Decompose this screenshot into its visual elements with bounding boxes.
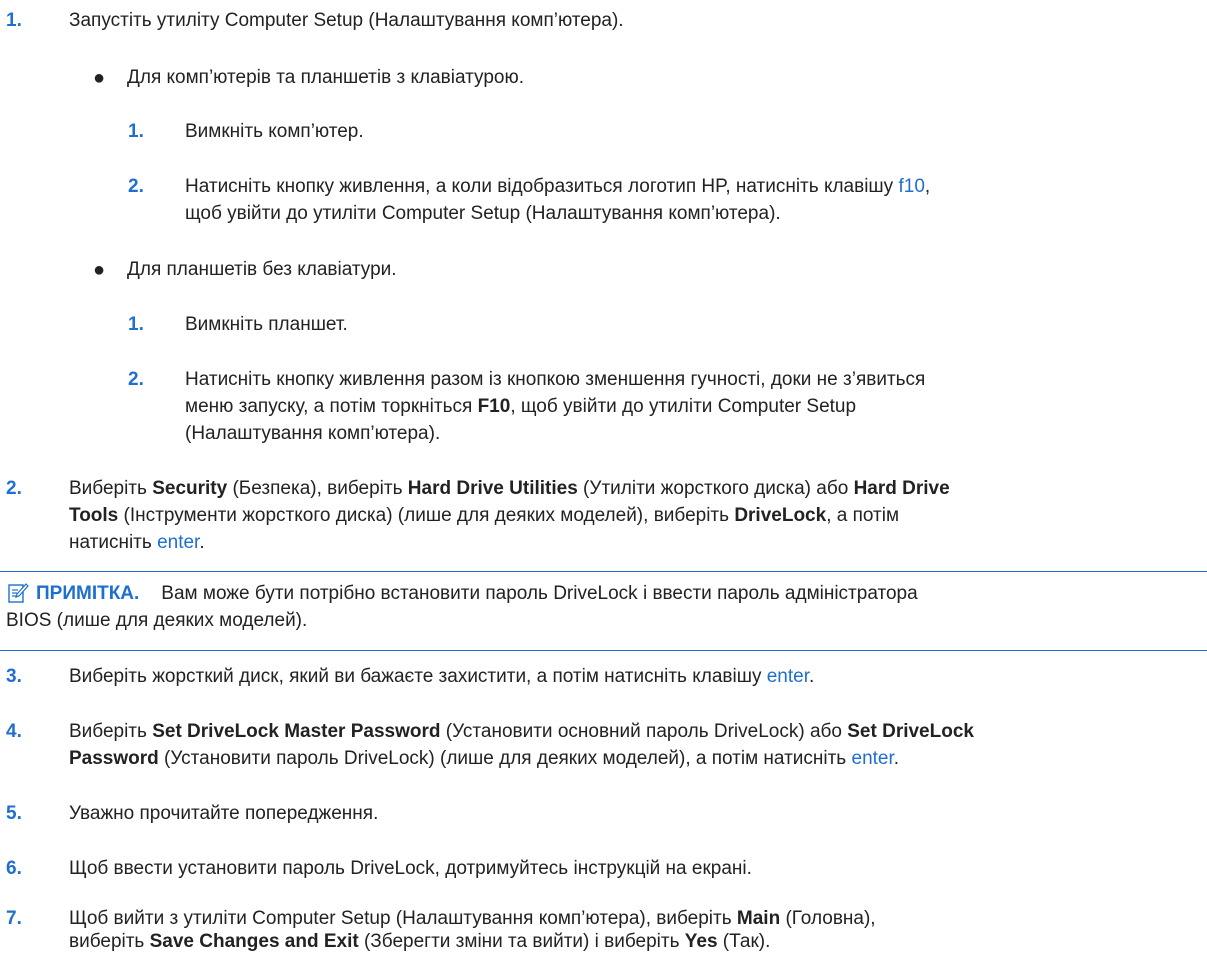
substep-text: Натисніть кнопку живлення разом із кнопк… [185, 369, 926, 390]
step-number: 4. [6, 721, 22, 742]
bullet-text: Для планшетів без клавіатури. [127, 259, 397, 280]
substep-text-part: , щоб увійти до утиліти Computer Setup [510, 396, 857, 417]
step-text-part: натисніть [69, 532, 158, 553]
menu-set-drivelock-password: Set DriveLock [847, 721, 974, 742]
step-text-part: (Інструменти жорсткого диска) (лише для … [118, 505, 735, 526]
note-label: ПРИМІТКА. [36, 583, 140, 604]
menu-hard-drive-tools: Hard Drive [853, 478, 950, 499]
key-enter: enter [157, 532, 200, 553]
note-bottom-rule [0, 650, 1207, 651]
step-text: виберіть Save Changes and Exit (Зберегти… [69, 928, 770, 956]
step-text-part: (Так). [717, 931, 771, 952]
bullet-dot: ● [93, 67, 106, 89]
step-text-part: (Установити пароль DriveLock) (лише для … [158, 748, 852, 769]
option-yes: Yes [684, 931, 718, 952]
step-text-part: Щоб вийти з утиліти Computer Setup (Нала… [69, 908, 737, 929]
step-number: 3. [6, 666, 22, 687]
key-f10-bold: F10 [477, 396, 511, 417]
step-text-part: . [809, 666, 815, 687]
menu-drivelock: DriveLock [734, 505, 827, 526]
step-number: 6. [6, 858, 22, 879]
step-text-part: . [199, 532, 205, 553]
step-text-part: Виберіть [69, 721, 153, 742]
step-text-part: (Утиліти жорсткого диска) або [577, 478, 854, 499]
step-number: 2. [6, 478, 22, 499]
step-text: Щоб ввести установити пароль DriveLock, … [69, 858, 752, 879]
step-text: натисніть enter. [69, 529, 205, 557]
substep-text: Вимкніть комп’ютер. [185, 121, 364, 142]
key-f10: f10 [898, 176, 925, 197]
step-number: 1. [6, 10, 22, 31]
step-text-part: виберіть [69, 931, 150, 952]
substep-text-part: меню запуску, а потім торкніться [185, 396, 478, 417]
step-text-part: (Установити основний пароль DriveLock) а… [440, 721, 848, 742]
menu-set-drivelock-master-password: Set DriveLock Master Password [152, 721, 441, 742]
menu-security: Security [152, 478, 228, 499]
step-text: Виберіть жорсткий диск, який ви бажаєте … [69, 663, 814, 691]
substep-number: 1. [128, 314, 144, 335]
menu-save-changes-and-exit: Save Changes and Exit [149, 931, 359, 952]
menu-hard-drive-utilities: Hard Drive Utilities [407, 478, 578, 499]
step-text-part: Виберіть жорсткий диск, який ви бажаєте … [69, 666, 767, 687]
bullet-text: Для комп’ютерів та планшетів з клавіатур… [127, 67, 524, 88]
note-top-rule [0, 571, 1207, 572]
step-text-part: (Безпека), виберіть [227, 478, 408, 499]
step-text-part: . [893, 748, 900, 769]
step-text: Уважно прочитайте попередження. [69, 803, 379, 824]
step-number: 7. [6, 908, 22, 929]
step-text-part: Виберіть [69, 478, 153, 499]
step-text: Запустіть утиліту Computer Setup (Налашт… [69, 10, 624, 31]
step-number: 5. [6, 803, 22, 824]
step-text: Виберіть Set DriveLock Master Password (… [69, 718, 974, 746]
note-pencil-icon [7, 582, 29, 604]
step-text: Password (Установити пароль DriveLock) (… [69, 745, 899, 773]
substep-text-part: Натисніть кнопку живлення, а коли відобр… [185, 176, 899, 197]
substep-text: (Налаштування комп’ютера). [185, 423, 441, 444]
menu-hard-drive-tools-cont: Tools [69, 505, 119, 526]
substep-number: 2. [128, 369, 144, 390]
note-line-1: Вам може бути потрібно встановити пароль… [161, 583, 918, 604]
substep-text: щоб увійти до утиліти Computer Setup (На… [185, 203, 781, 224]
menu-main: Main [736, 908, 781, 929]
key-enter: enter [851, 748, 894, 769]
key-enter: enter [766, 666, 809, 687]
document-page: 1. Запустіть утиліту Computer Setup (Нал… [0, 0, 1207, 956]
note-text: ПРИМІТКА. Вам може бути потрібно встанови… [36, 580, 918, 608]
step-text: Виберіть Security (Безпека), виберіть Ha… [69, 475, 950, 503]
substep-text: Вимкніть планшет. [185, 314, 348, 335]
note-line-2: BIOS (лише для деяких моделей). [6, 610, 308, 631]
substep-text-part: , [924, 176, 931, 197]
step-text-part: , а потім [826, 505, 900, 526]
step-text-part: (Зберегти зміни та вийти) і виберіть [358, 931, 685, 952]
step-text-part: (Головна), [780, 908, 876, 929]
substep-text: меню запуску, а потім торкніться F10, що… [185, 393, 856, 421]
substep-number: 1. [128, 121, 144, 142]
step-text: Tools (Інструменти жорсткого диска) (лиш… [69, 502, 899, 530]
substep-number: 2. [128, 176, 144, 197]
substep-text: Натисніть кнопку живлення, а коли відобр… [185, 173, 930, 201]
bullet-dot: ● [93, 259, 106, 281]
menu-set-drivelock-password-cont: Password [69, 748, 159, 769]
